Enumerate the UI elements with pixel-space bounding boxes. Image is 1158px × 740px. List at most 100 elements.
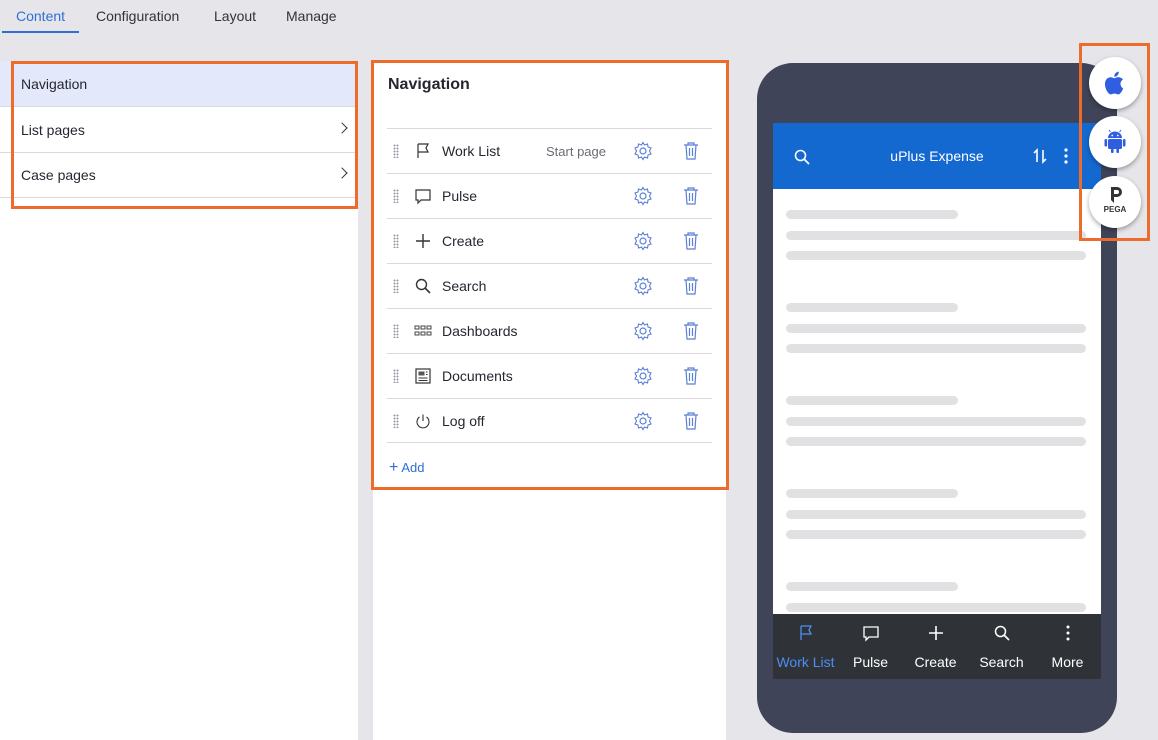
tab-configuration[interactable]: Configuration [82, 0, 193, 33]
nav-row-label: Search [442, 278, 487, 294]
nav-row-dashboards[interactable]: Dashboards [387, 308, 712, 353]
speech-bubble-icon [415, 189, 431, 205]
tab-layout[interactable]: Layout [200, 0, 270, 33]
search-icon [415, 278, 431, 294]
gear-icon[interactable] [633, 321, 653, 341]
bottom-nav-work-list[interactable]: Work List [773, 614, 838, 679]
bottom-nav-label: Create [914, 654, 957, 670]
bottom-nav-create[interactable]: Create [903, 614, 968, 679]
nav-row-label: Log off [442, 413, 485, 429]
trash-icon[interactable] [682, 411, 700, 431]
skeleton-line [786, 344, 1086, 353]
skeleton-line [786, 530, 1086, 539]
section-case-pages-label: Case pages [21, 167, 96, 183]
bottom-nav-more[interactable]: More [1035, 614, 1100, 679]
bottom-nav-pulse[interactable]: Pulse [838, 614, 903, 679]
flag-icon [417, 143, 429, 158]
gear-icon[interactable] [633, 186, 653, 206]
add-label: Add [401, 460, 425, 475]
bottom-nav-label: Search [979, 654, 1024, 670]
nav-row-documents[interactable]: Documents [387, 353, 712, 398]
nav-row-create[interactable]: Create [387, 218, 712, 263]
gear-icon[interactable] [633, 411, 653, 431]
phone-screen: uPlus Expense [773, 123, 1101, 678]
skeleton-line [786, 251, 1086, 260]
nav-row-label: Documents [442, 368, 513, 384]
navigation-editor-panel: Navigation Work List Start page Pulse Cr… [373, 61, 726, 740]
nav-row-search[interactable]: Search [387, 263, 712, 308]
apple-icon [1104, 71, 1124, 95]
skeleton-line [786, 437, 1086, 446]
trash-icon[interactable] [682, 141, 700, 161]
bottom-nav-label: Work List [776, 654, 835, 670]
gear-icon[interactable] [633, 231, 653, 251]
phone-preview-frame: uPlus Expense Work List Pulse Create Sea… [757, 63, 1117, 733]
drag-handle-icon[interactable] [393, 324, 399, 338]
pega-platform-button[interactable]: PEGA [1089, 176, 1141, 228]
app-title: uPlus Expense [890, 148, 984, 164]
speech-bubble-icon [862, 626, 879, 642]
nav-row-log-off[interactable]: Log off [387, 398, 712, 443]
nav-row-work-list[interactable]: Work List Start page [387, 128, 712, 173]
more-vertical-icon[interactable] [1063, 147, 1069, 165]
section-navigation[interactable]: Navigation [0, 61, 358, 107]
sort-icon[interactable] [1031, 147, 1049, 165]
pega-label: PEGA [1103, 205, 1127, 214]
trash-icon[interactable] [682, 276, 700, 296]
document-icon [415, 368, 431, 384]
nav-row-label: Pulse [442, 188, 478, 204]
bottom-navigation-bar: Work List Pulse Create Search More [773, 614, 1101, 679]
android-platform-button[interactable] [1089, 116, 1141, 168]
add-navigation-item-link[interactable]: + Add [389, 459, 424, 477]
section-case-pages[interactable]: Case pages [0, 152, 358, 198]
skeleton-line [786, 303, 958, 312]
drag-handle-icon[interactable] [393, 234, 399, 248]
skeleton-line [786, 417, 1086, 426]
drag-handle-icon[interactable] [393, 414, 399, 428]
top-tab-bar: Content Configuration Layout Manage [0, 0, 1158, 34]
section-list-pages-label: List pages [21, 122, 85, 138]
nav-row-pulse[interactable]: Pulse [387, 173, 712, 218]
nav-row-label: Create [442, 233, 485, 249]
chevron-right-icon [336, 167, 348, 179]
drag-handle-icon[interactable] [393, 189, 399, 203]
section-list-pages[interactable]: List pages [0, 107, 358, 153]
gear-icon[interactable] [633, 366, 653, 386]
plus-icon [928, 626, 943, 640]
search-icon [994, 625, 1010, 641]
gear-icon[interactable] [633, 141, 653, 161]
more-vertical-icon [1066, 625, 1069, 641]
skeleton-line [786, 396, 958, 405]
trash-icon[interactable] [682, 321, 700, 341]
skeleton-line [786, 231, 1086, 240]
flag-icon [799, 625, 812, 640]
trash-icon[interactable] [682, 186, 700, 206]
app-header-bar: uPlus Expense [773, 123, 1101, 189]
plus-icon: + [389, 459, 399, 476]
skeleton-line [786, 582, 958, 591]
bottom-nav-search[interactable]: Search [969, 614, 1034, 679]
drag-handle-icon[interactable] [393, 279, 399, 293]
nav-row-label: Work List [442, 143, 501, 159]
tab-content[interactable]: Content [2, 0, 80, 33]
section-navigation-label: Navigation [21, 76, 88, 92]
skeleton-line [786, 324, 1086, 333]
ios-platform-button[interactable] [1089, 57, 1141, 109]
chevron-right-icon [336, 122, 348, 134]
tab-manage[interactable]: Manage [272, 0, 351, 33]
trash-icon[interactable] [682, 231, 700, 251]
panel-divider [358, 61, 372, 740]
grid-icon [414, 325, 432, 336]
gear-icon[interactable] [633, 276, 653, 296]
bottom-nav-label: Pulse [852, 654, 889, 670]
nav-row-label: Dashboards [442, 323, 518, 339]
navigation-panel-title: Navigation [388, 76, 470, 93]
skeleton-line [786, 510, 1086, 519]
trash-icon[interactable] [682, 366, 700, 386]
start-page-tag: Start page [546, 144, 606, 159]
bottom-nav-label: More [1051, 654, 1084, 670]
power-icon [416, 414, 430, 429]
drag-handle-icon[interactable] [393, 369, 399, 383]
drag-handle-icon[interactable] [393, 144, 399, 158]
android-icon [1104, 129, 1126, 153]
